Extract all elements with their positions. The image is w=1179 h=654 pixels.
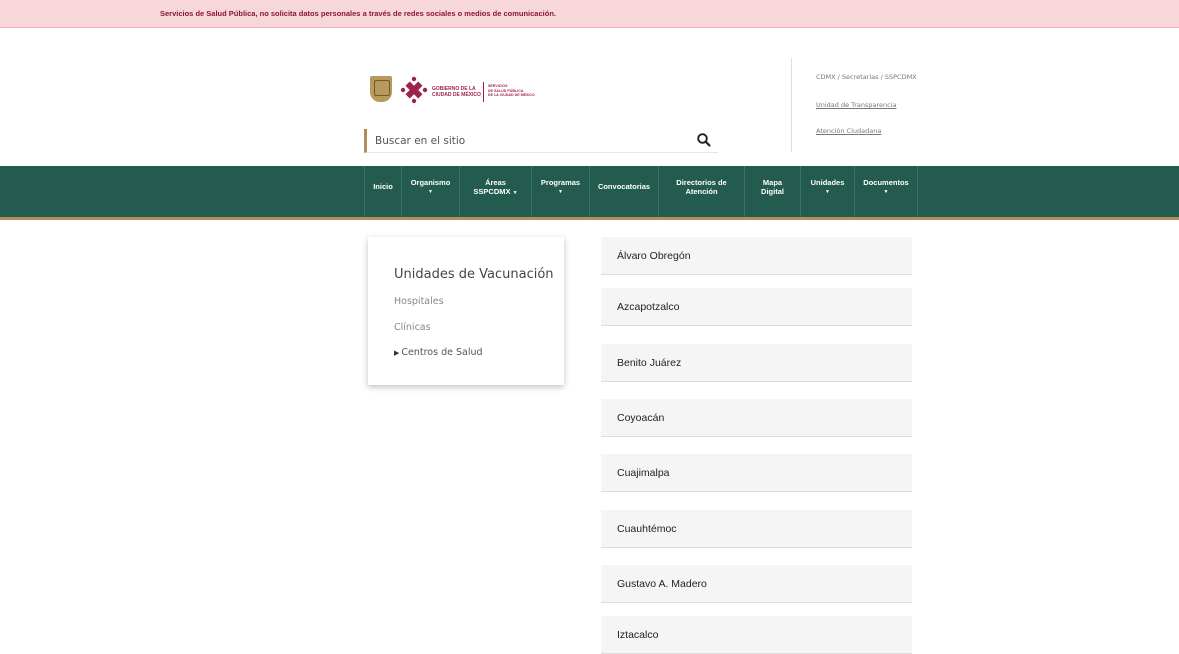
nav-inicio-label: Inicio [373, 182, 393, 191]
list-item-label: Álvaro Obregón [617, 250, 691, 262]
nav-directorios[interactable]: Directorios de Atención [659, 166, 745, 217]
list-item[interactable]: Álvaro Obregón [601, 237, 912, 275]
list-item-label: Cuajimalpa [617, 467, 670, 479]
nav-documentos[interactable]: Documentos ▼ [855, 166, 918, 217]
nav-convocatorias-label: Convocatorias [597, 182, 651, 191]
nav-programas[interactable]: Programas ▼ [532, 166, 590, 217]
alert-text: Servicios de Salud Pública, no solicita … [160, 9, 556, 18]
search-icon[interactable] [696, 132, 712, 148]
nav-areas-line-1: Áreas [485, 178, 506, 187]
ssp-logo-text: SERVICIOS DE SALUD PÚBLICA DE LA CIUDAD … [488, 84, 535, 98]
alert-banner: Servicios de Salud Pública, no solicita … [0, 0, 1179, 28]
caret-down-icon: ▼ [428, 189, 433, 195]
breadcrumb: CDMX / Secretarías / SSPCDMX [816, 73, 917, 81]
caret-down-icon: ▼ [883, 189, 889, 195]
nav-convocatorias[interactable]: Convocatorias [590, 166, 659, 217]
list-item[interactable]: Coyoacán [601, 399, 912, 437]
atencion-ciudadana-link[interactable]: Atención Ciudadana [816, 127, 881, 135]
nav-unidades-label: Unidades [810, 178, 845, 187]
list-item[interactable]: Azcapotzalco [601, 288, 912, 326]
list-item[interactable]: Gustavo A. Madero [601, 565, 912, 603]
nav-organismo-label: Organismo [410, 178, 451, 187]
caret-down-icon: ▼ [512, 190, 518, 196]
list-item-label: Azcapotzalco [617, 301, 680, 313]
list-item-label: Cuauhtémoc [617, 523, 677, 535]
nav-areas-label: Áreas SSPCDMX ▼ [460, 178, 531, 198]
caret-down-icon: ▼ [558, 189, 563, 195]
search-bar [364, 129, 718, 153]
search-input[interactable] [375, 131, 675, 151]
nav-organismo[interactable]: Organismo ▼ [402, 166, 460, 217]
list-item[interactable]: Iztacalco [601, 616, 912, 654]
caret-down-icon: ▼ [825, 189, 830, 195]
list-item-label: Iztacalco [617, 629, 659, 641]
gov-line-2: CIUDAD DE MÉXICO [432, 92, 481, 98]
nav-areas[interactable]: Áreas SSPCDMX ▼ [460, 166, 532, 217]
main-nav: Inicio Organismo ▼ Áreas SSPCDMX ▼ Progra… [0, 166, 1179, 220]
header-logos[interactable]: GOBIERNO DE LA CIUDAD DE MÉXICO SERVICIO… [370, 74, 570, 112]
list-item[interactable]: Benito Juárez [601, 344, 912, 382]
nav-documentos-label: Documentos [863, 178, 909, 187]
nav-directorios-line-1: Directorios de [676, 178, 727, 187]
logo-divider [483, 82, 484, 102]
nav-areas-line-2: SSPCDMX [473, 187, 511, 196]
list-item-label: Gustavo A. Madero [617, 578, 707, 590]
nav-mapa-line-1: Mapa [762, 178, 783, 187]
nav-unidades[interactable]: Unidades ▼ [801, 166, 855, 217]
nav-mapa-line-2: Digital [761, 187, 784, 196]
sidebar-menu: Unidades de Vacunación Hospitales Clínic… [368, 237, 564, 385]
ssp-line-3: DE LA CIUDAD DE MÉXICO [488, 93, 535, 97]
list-item[interactable]: Cuauhtémoc [601, 510, 912, 548]
cdmx-logo [400, 76, 428, 104]
transparencia-link[interactable]: Unidad de Transparencia [816, 101, 896, 109]
list-item-label: Benito Juárez [617, 357, 682, 369]
list-item[interactable]: Cuajimalpa [601, 454, 912, 492]
nav-mapa-label: Mapa Digital [745, 178, 800, 196]
sidebar-item-hospitales[interactable]: Hospitales [394, 296, 444, 307]
coat-of-arms-logo [370, 76, 392, 102]
nav-directorios-line-2: Atención [685, 187, 718, 196]
nav-programas-label: Programas [540, 178, 581, 187]
sidebar-item-centros-de-salud[interactable]: ▶ Centros de Salud [394, 347, 483, 358]
sidebar-item-label: Centros de Salud [401, 347, 483, 358]
sidebar-item-clinicas[interactable]: Clínicas [394, 322, 431, 333]
header-divider [791, 58, 792, 152]
gov-logo-text: GOBIERNO DE LA CIUDAD DE MÉXICO [432, 86, 481, 98]
nav-directorios-label: Directorios de Atención [659, 178, 744, 196]
nav-mapa-digital[interactable]: Mapa Digital [745, 166, 801, 217]
nav-inicio[interactable]: Inicio [364, 166, 402, 217]
caret-right-icon: ▶ [394, 349, 400, 357]
sidebar-title: Unidades de Vacunación [394, 267, 554, 282]
list-item-label: Coyoacán [617, 412, 665, 424]
